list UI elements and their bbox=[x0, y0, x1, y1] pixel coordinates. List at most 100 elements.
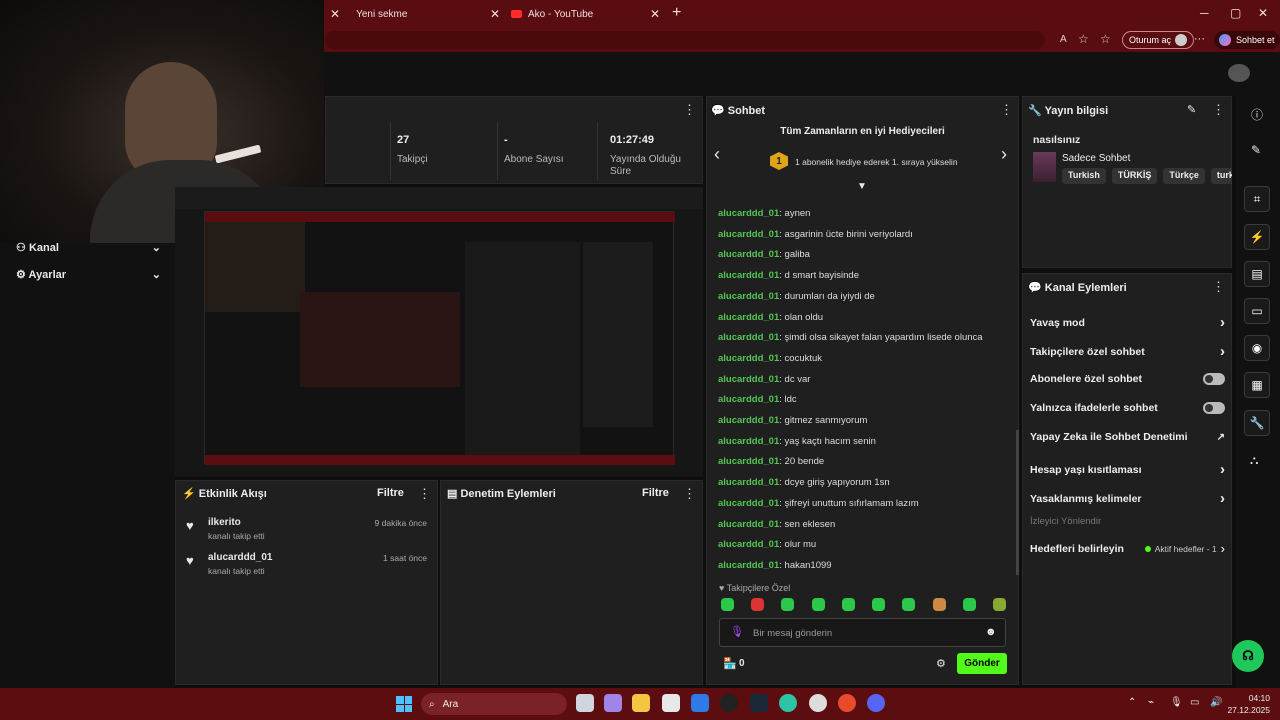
chat-username[interactable]: alucarddd_01 bbox=[718, 353, 779, 364]
tag-chip[interactable]: turkis bbox=[1210, 168, 1232, 184]
microphone-icon[interactable]: 🎙 bbox=[1170, 697, 1183, 708]
chat-username[interactable]: alucarddd_01 bbox=[718, 374, 779, 385]
more-vertical-icon[interactable]: ⋮ bbox=[683, 486, 696, 502]
emote-icon[interactable] bbox=[781, 598, 795, 611]
store-icon[interactable]: 🏪 bbox=[723, 657, 737, 670]
emote-icon[interactable] bbox=[902, 598, 916, 611]
settings-icon[interactable] bbox=[809, 694, 827, 712]
edge-icon[interactable] bbox=[779, 694, 797, 712]
filter-button[interactable]: Filtre bbox=[377, 487, 404, 499]
info-icon[interactable]: ⓘ bbox=[1251, 106, 1263, 123]
network-icon[interactable]: ⌁ bbox=[1148, 697, 1154, 708]
microphone-icon[interactable]: 🎙 bbox=[730, 625, 744, 638]
channel-action-row[interactable]: Takipçilere özel sohbet › bbox=[1030, 343, 1225, 360]
edit-icon[interactable]: ✎ bbox=[1251, 143, 1261, 157]
obs-icon[interactable] bbox=[720, 694, 738, 712]
collapse-icon[interactable]: ▼ bbox=[857, 181, 867, 192]
chat-username[interactable]: alucarddd_01 bbox=[718, 477, 779, 488]
display-icon[interactable]: ▭ bbox=[1190, 697, 1199, 708]
chevron-up-icon[interactable]: ⌃ bbox=[1128, 697, 1136, 708]
nav-settings[interactable]: ⚙ Ayarlar ⌄ bbox=[16, 268, 161, 281]
toggle-switch[interactable] bbox=[1203, 402, 1225, 414]
emote-icon[interactable] bbox=[872, 598, 886, 611]
broadcast-icon[interactable]: ◉ bbox=[1244, 335, 1270, 361]
more-vertical-icon[interactable]: ⋮ bbox=[1000, 102, 1013, 118]
widgets-icon[interactable] bbox=[604, 694, 622, 712]
layout-icon[interactable]: ▦ bbox=[1244, 372, 1270, 398]
more-vertical-icon[interactable]: ⋮ bbox=[1212, 102, 1225, 118]
task-view-icon[interactable] bbox=[576, 694, 594, 712]
tag-chip[interactable]: Türkçe bbox=[1163, 168, 1205, 184]
share-icon[interactable]: ⛬ bbox=[1250, 453, 1258, 468]
emote-icon[interactable] bbox=[721, 598, 734, 611]
chevron-right-icon[interactable]: › bbox=[1001, 144, 1007, 165]
favorites-icon[interactable]: ☆ bbox=[1100, 32, 1111, 46]
close-icon[interactable]: ✕ bbox=[490, 7, 500, 21]
more-vertical-icon[interactable]: ⋮ bbox=[418, 486, 431, 502]
close-icon[interactable]: ✕ bbox=[330, 7, 340, 21]
nav-channel[interactable]: ⚇ Kanal ⌄ bbox=[16, 241, 161, 254]
channel-action-row[interactable]: Yalnızca ifadelerle sohbet bbox=[1030, 402, 1225, 414]
chat-username[interactable]: alucarddd_01 bbox=[718, 291, 779, 302]
profile-avatar[interactable] bbox=[1228, 64, 1250, 82]
app-icon[interactable] bbox=[838, 694, 856, 712]
chat-username[interactable]: alucarddd_01 bbox=[718, 415, 779, 426]
volume-icon[interactable]: 🔊 bbox=[1210, 697, 1222, 708]
emote-icon[interactable] bbox=[841, 598, 855, 611]
tag-chip[interactable]: Turkish bbox=[1062, 168, 1106, 184]
document-icon[interactable]: ▤ bbox=[1244, 261, 1270, 287]
mail-icon[interactable] bbox=[691, 694, 709, 712]
send-button[interactable]: Gönder bbox=[957, 653, 1007, 674]
chat-username[interactable]: alucarddd_01 bbox=[718, 332, 779, 343]
taskbar-search[interactable]: ⌕ Ara bbox=[421, 693, 567, 715]
minimize-icon[interactable]: ─ bbox=[1200, 6, 1209, 20]
chat-icon[interactable]: ▭ bbox=[1244, 298, 1270, 324]
emote-icon[interactable] bbox=[932, 598, 946, 611]
channel-action-row[interactable]: Yavaş mod › bbox=[1030, 314, 1225, 331]
filter-button[interactable]: Filtre bbox=[642, 487, 669, 499]
emote-icon[interactable] bbox=[992, 598, 1006, 611]
chat-username[interactable]: alucarddd_01 bbox=[718, 249, 779, 260]
toggle-switch[interactable] bbox=[1203, 373, 1225, 385]
emote-icon[interactable] bbox=[751, 598, 765, 611]
chat-username[interactable]: alucarddd_01 bbox=[718, 394, 779, 405]
url-field[interactable] bbox=[325, 31, 1045, 49]
chat-username[interactable]: alucarddd_01 bbox=[718, 519, 779, 530]
gear-icon[interactable]: ⚙ bbox=[936, 657, 946, 670]
file-explorer-icon[interactable] bbox=[632, 694, 650, 712]
bolt-icon[interactable]: ⚡ bbox=[1244, 224, 1270, 250]
read-aloud-icon[interactable]: A bbox=[1060, 34, 1067, 45]
edit-icon[interactable]: ✎ bbox=[1187, 103, 1196, 116]
chat-input[interactable]: 🎙 Bir mesaj gönderin ☻ bbox=[719, 618, 1006, 647]
emoji-icon[interactable]: ☻ bbox=[985, 626, 997, 638]
store-icon[interactable] bbox=[662, 694, 680, 712]
chat-username[interactable]: alucarddd_01 bbox=[718, 436, 779, 447]
more-icon[interactable]: ··· bbox=[1194, 33, 1205, 45]
windows-start-icon[interactable] bbox=[396, 696, 412, 712]
set-goals-row[interactable]: Hedefleri belirleyin Aktif hedefler - 1 › bbox=[1030, 541, 1225, 556]
more-vertical-icon[interactable]: ⋮ bbox=[683, 102, 696, 118]
chevron-left-icon[interactable]: ‹ bbox=[714, 144, 720, 165]
wrench-icon[interactable]: 🔧 bbox=[1244, 410, 1270, 436]
chat-username[interactable]: alucarddd_01 bbox=[718, 498, 779, 509]
emote-icon[interactable] bbox=[962, 598, 976, 611]
close-window-icon[interactable]: ✕ bbox=[1258, 6, 1268, 20]
channel-action-row[interactable]: Yasaklanmış kelimeler › bbox=[1030, 490, 1225, 507]
chat-username[interactable]: alucarddd_01 bbox=[718, 270, 779, 281]
sign-in-button[interactable]: Oturum aç bbox=[1122, 31, 1195, 49]
more-vertical-icon[interactable]: ⋮ bbox=[1212, 279, 1225, 295]
close-icon[interactable]: ✕ bbox=[650, 7, 660, 21]
channel-action-row[interactable]: Yapay Zeka ile Sohbet Denetimi ↗ bbox=[1030, 431, 1225, 443]
chat-username[interactable]: alucarddd_01 bbox=[718, 229, 779, 240]
chat-username[interactable]: alucarddd_01 bbox=[718, 539, 779, 550]
channel-action-row[interactable]: Hesap yaşı kısıtlaması › bbox=[1030, 461, 1225, 478]
new-tab-icon[interactable]: + bbox=[672, 4, 681, 22]
tab-youtube[interactable]: Ako - YouTube bbox=[511, 3, 593, 25]
emote-icon[interactable] bbox=[811, 598, 825, 611]
tab-new[interactable]: ✕ Yeni sekme bbox=[330, 3, 407, 25]
clock-time[interactable]: 04:10 bbox=[1230, 693, 1270, 703]
chat-username[interactable]: alucarddd_01 bbox=[718, 312, 779, 323]
maximize-icon[interactable]: ▢ bbox=[1230, 6, 1241, 20]
chat-username[interactable]: alucarddd_01 bbox=[718, 560, 779, 571]
chat-username[interactable]: alucarddd_01 bbox=[718, 456, 779, 467]
